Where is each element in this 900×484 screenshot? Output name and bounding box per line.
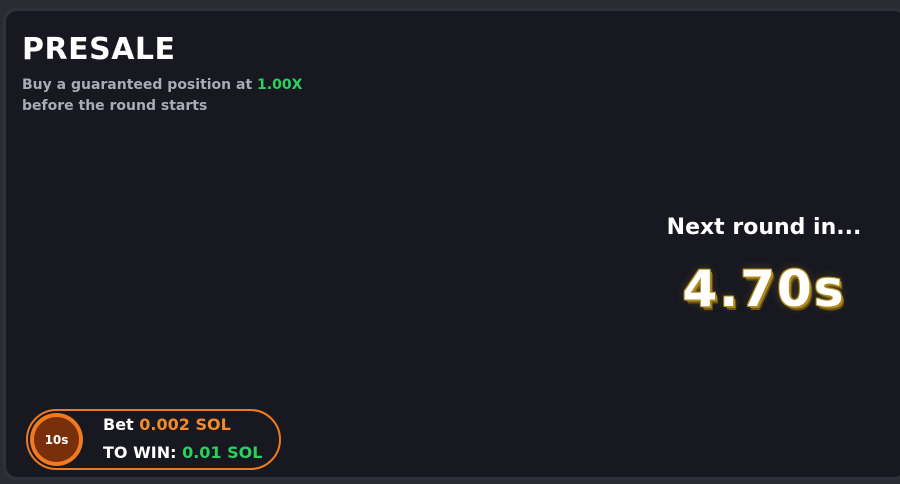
bet-card[interactable]: 10s Bet 0.002 SOL TO WIN: 0.01 SOL [26,409,281,470]
presale-title: PRESALE [22,32,176,67]
bet-timer-badge: 10s [30,413,83,466]
subtitle-prefix: Buy a guaranteed position at [22,77,258,93]
multiplier-value: 1.00X [257,77,303,93]
subtitle-suffix: before the round starts [22,98,208,114]
bet-amount: 0.002 SOL [139,415,231,434]
bet-line: Bet 0.002 SOL [103,415,231,434]
game-panel: PRESALE Buy a guaranteed position at 1.0… [3,8,900,480]
next-round-label: Next round in... [666,215,862,240]
round-countdown: 4.70s [682,260,846,318]
win-label: TO WIN: [103,443,177,462]
bet-label: Bet [103,415,134,434]
bet-timer-text: 10s [34,417,79,462]
presale-subtitle: Buy a guaranteed position at 1.00X befor… [22,75,342,117]
win-amount: 0.01 SOL [182,443,263,462]
win-line: TO WIN: 0.01 SOL [103,443,262,462]
